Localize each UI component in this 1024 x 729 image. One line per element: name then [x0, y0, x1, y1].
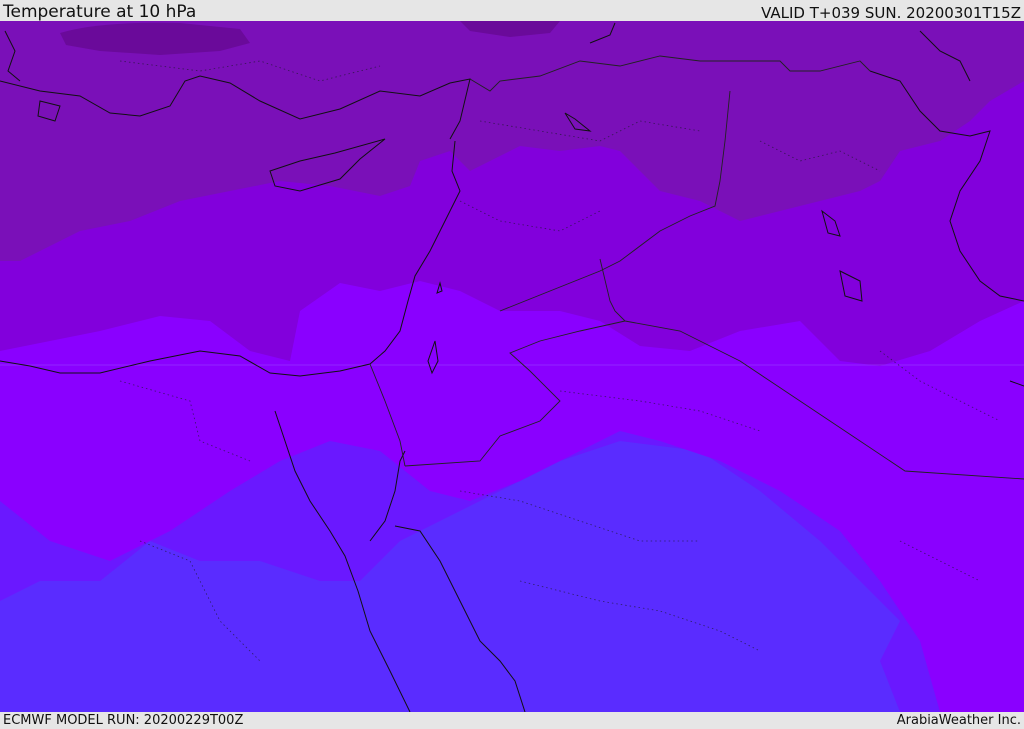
credit-label: ArabiaWeather Inc. [896, 713, 1021, 728]
map-canvas [0, 21, 1024, 712]
footer-bar: ECMWF MODEL RUN: 20200229T00Z ArabiaWeat… [0, 712, 1024, 729]
temperature-map [0, 21, 1024, 712]
valid-time-label: VALID T+039 SUN. 20200301T15Z [761, 4, 1021, 22]
weather-map-page: Temperature at 10 hPa VALID T+039 SUN. 2… [0, 0, 1024, 729]
title-bar: Temperature at 10 hPa VALID T+039 SUN. 2… [0, 0, 1024, 22]
map-title: Temperature at 10 hPa [3, 2, 197, 22]
model-run-label: ECMWF MODEL RUN: 20200229T00Z [3, 713, 244, 728]
